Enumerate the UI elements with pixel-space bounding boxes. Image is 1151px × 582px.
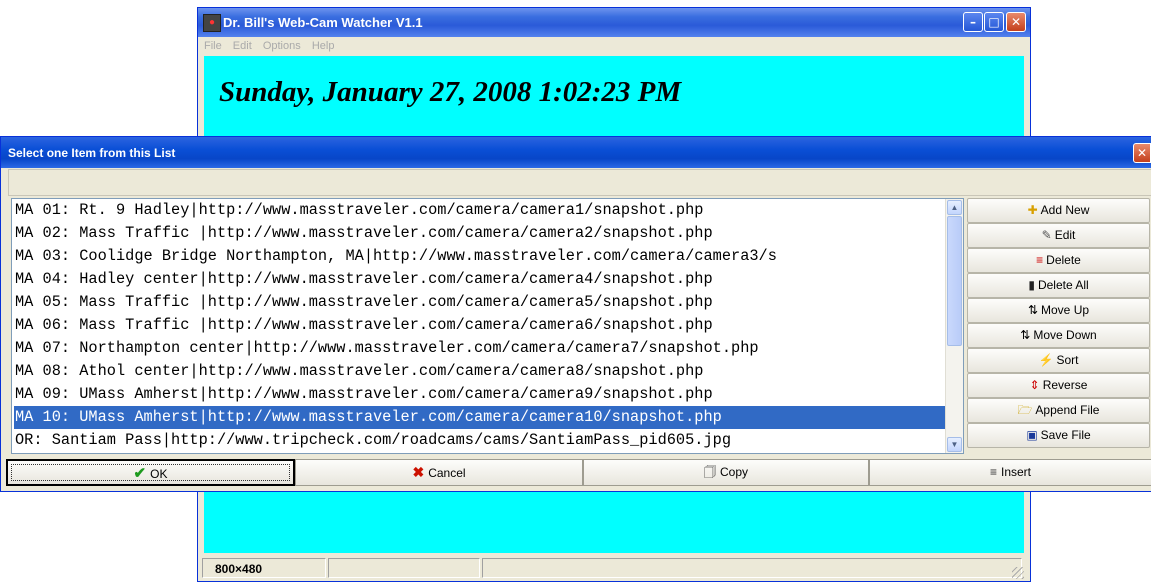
list-item[interactable]: MA 02: Mass Traffic |http://www.masstrav… <box>14 222 945 245</box>
dialog-header-strip <box>8 169 1151 196</box>
scroll-up-button[interactable]: ▲ <box>947 200 962 215</box>
list-item[interactable]: MA 05: Mass Traffic |http://www.masstrav… <box>14 291 945 314</box>
save-file-label: Save File <box>1040 428 1091 442</box>
menu-bar: File Edit Options Help <box>198 37 1030 55</box>
status-cell-2 <box>328 558 480 578</box>
trash-icon: ▮ <box>1028 278 1035 292</box>
edit-label: Edit <box>1054 228 1076 242</box>
status-bar: 800×480 <box>202 555 1026 581</box>
vertical-scrollbar[interactable]: ▲ ▼ <box>945 199 963 453</box>
app-icon[interactable]: ● <box>203 14 221 32</box>
floppy-disk-icon: ▣ <box>1026 428 1038 442</box>
list-item[interactable]: MA 06: Mass Traffic |http://www.masstrav… <box>14 314 945 337</box>
date-time-display: Sunday, January 27, 2008 1:02:23 PM <box>219 76 682 108</box>
reverse-label: Reverse <box>1042 378 1088 392</box>
add-new-label: Add New <box>1040 203 1090 217</box>
sort-label: Sort <box>1056 353 1079 367</box>
save-file-button[interactable]: ▣ Save File <box>967 423 1150 448</box>
edit-icon: ✎ <box>1041 228 1052 242</box>
main-title-bar[interactable]: ● Dr. Bill's Web-Cam Watcher V1.1 – □ ✕ <box>198 8 1030 37</box>
status-resolution: 800×480 <box>202 558 326 578</box>
insert-button[interactable]: ≡ Insert <box>869 459 1151 486</box>
list-item[interactable]: MA 07: Northampton center|http://www.mas… <box>14 337 945 360</box>
move-up-label: Move Up <box>1041 303 1090 317</box>
move-down-button[interactable]: ⇅ Move Down <box>967 323 1150 348</box>
delete-icon: ≡ <box>1036 253 1044 267</box>
close-button[interactable]: ✕ <box>1006 12 1026 32</box>
copy-icon: 🗍 <box>703 465 716 479</box>
maximize-button[interactable]: □ <box>984 12 1004 32</box>
list-item[interactable]: MA 09: UMass Amherst|http://www.masstrav… <box>14 383 945 406</box>
main-window-title: Dr. Bill's Web-Cam Watcher V1.1 <box>223 15 423 30</box>
resize-grip[interactable] <box>1012 567 1024 579</box>
bottom-button-bar: ✔ OK ✖ Cancel 🗍 Copy ≡ Insert <box>6 459 1151 486</box>
scroll-thumb[interactable] <box>947 216 962 346</box>
x-icon: ✖ <box>412 464 425 480</box>
append-file-button[interactable]: 🗁 Append File <box>967 398 1150 423</box>
edit-button[interactable]: ✎ Edit <box>967 223 1150 248</box>
menu-help[interactable]: Help <box>312 37 335 55</box>
menu-file[interactable]: File <box>204 37 222 55</box>
plus-icon: ✚ <box>1027 203 1038 217</box>
reverse-button[interactable]: ⇕ Reverse <box>967 373 1150 398</box>
copy-label: Copy <box>719 465 748 479</box>
scroll-down-button[interactable]: ▼ <box>947 437 962 452</box>
list-item[interactable]: MA 04: Hadley center|http://www.masstrav… <box>14 268 945 291</box>
status-cell-3 <box>482 558 1022 578</box>
delete-all-label: Delete All <box>1037 278 1089 292</box>
append-file-label: Append File <box>1035 403 1100 417</box>
list-item-selected[interactable]: MA 10: UMass Amherst|http://www.masstrav… <box>14 406 945 429</box>
dialog-title: Select one Item from this List <box>8 146 176 160</box>
delete-button[interactable]: ≡ Delete <box>967 248 1150 273</box>
list-item[interactable]: OR: Santiam Pass|http://www.tripcheck.co… <box>14 429 945 452</box>
menu-edit[interactable]: Edit <box>233 37 252 55</box>
select-item-dialog: Select one Item from this List ✕ MA 01: … <box>0 136 1151 492</box>
ok-button[interactable]: ✔ OK <box>6 459 295 486</box>
reverse-icon: ⇕ <box>1029 378 1040 392</box>
dialog-close-button[interactable]: ✕ <box>1133 143 1151 163</box>
cancel-button[interactable]: ✖ Cancel <box>295 459 583 486</box>
list-item[interactable]: MA 01: Rt. 9 Hadley|http://www.masstrave… <box>14 199 945 222</box>
copy-button[interactable]: 🗍 Copy <box>583 459 869 486</box>
list-item[interactable]: MA 03: Coolidge Bridge Northampton, MA|h… <box>14 245 945 268</box>
insert-label: Insert <box>1001 465 1032 479</box>
add-new-button[interactable]: ✚ Add New <box>967 198 1150 223</box>
camera-listbox[interactable]: MA 01: Rt. 9 Hadley|http://www.masstrave… <box>11 198 964 454</box>
sort-button[interactable]: ⚡ Sort <box>967 348 1150 373</box>
folder-icon: 🗁 <box>1017 403 1033 417</box>
menu-options[interactable]: Options <box>263 37 301 55</box>
minimize-button[interactable]: – <box>963 12 983 32</box>
delete-label: Delete <box>1046 253 1081 267</box>
move-down-label: Move Down <box>1033 328 1097 342</box>
move-up-button[interactable]: ⇅ Move Up <box>967 298 1150 323</box>
move-up-icon: ⇅ <box>1027 303 1039 317</box>
focus-rectangle <box>11 464 290 481</box>
lightning-icon: ⚡ <box>1038 353 1054 367</box>
move-down-icon: ⇅ <box>1020 328 1031 342</box>
cancel-label: Cancel <box>428 466 466 480</box>
delete-all-button[interactable]: ▮ Delete All <box>967 273 1150 298</box>
insert-icon: ≡ <box>989 465 997 479</box>
dialog-title-bar[interactable]: Select one Item from this List ✕ <box>1 137 1151 168</box>
list-item[interactable]: MA 08: Athol center|http://www.masstrave… <box>14 360 945 383</box>
